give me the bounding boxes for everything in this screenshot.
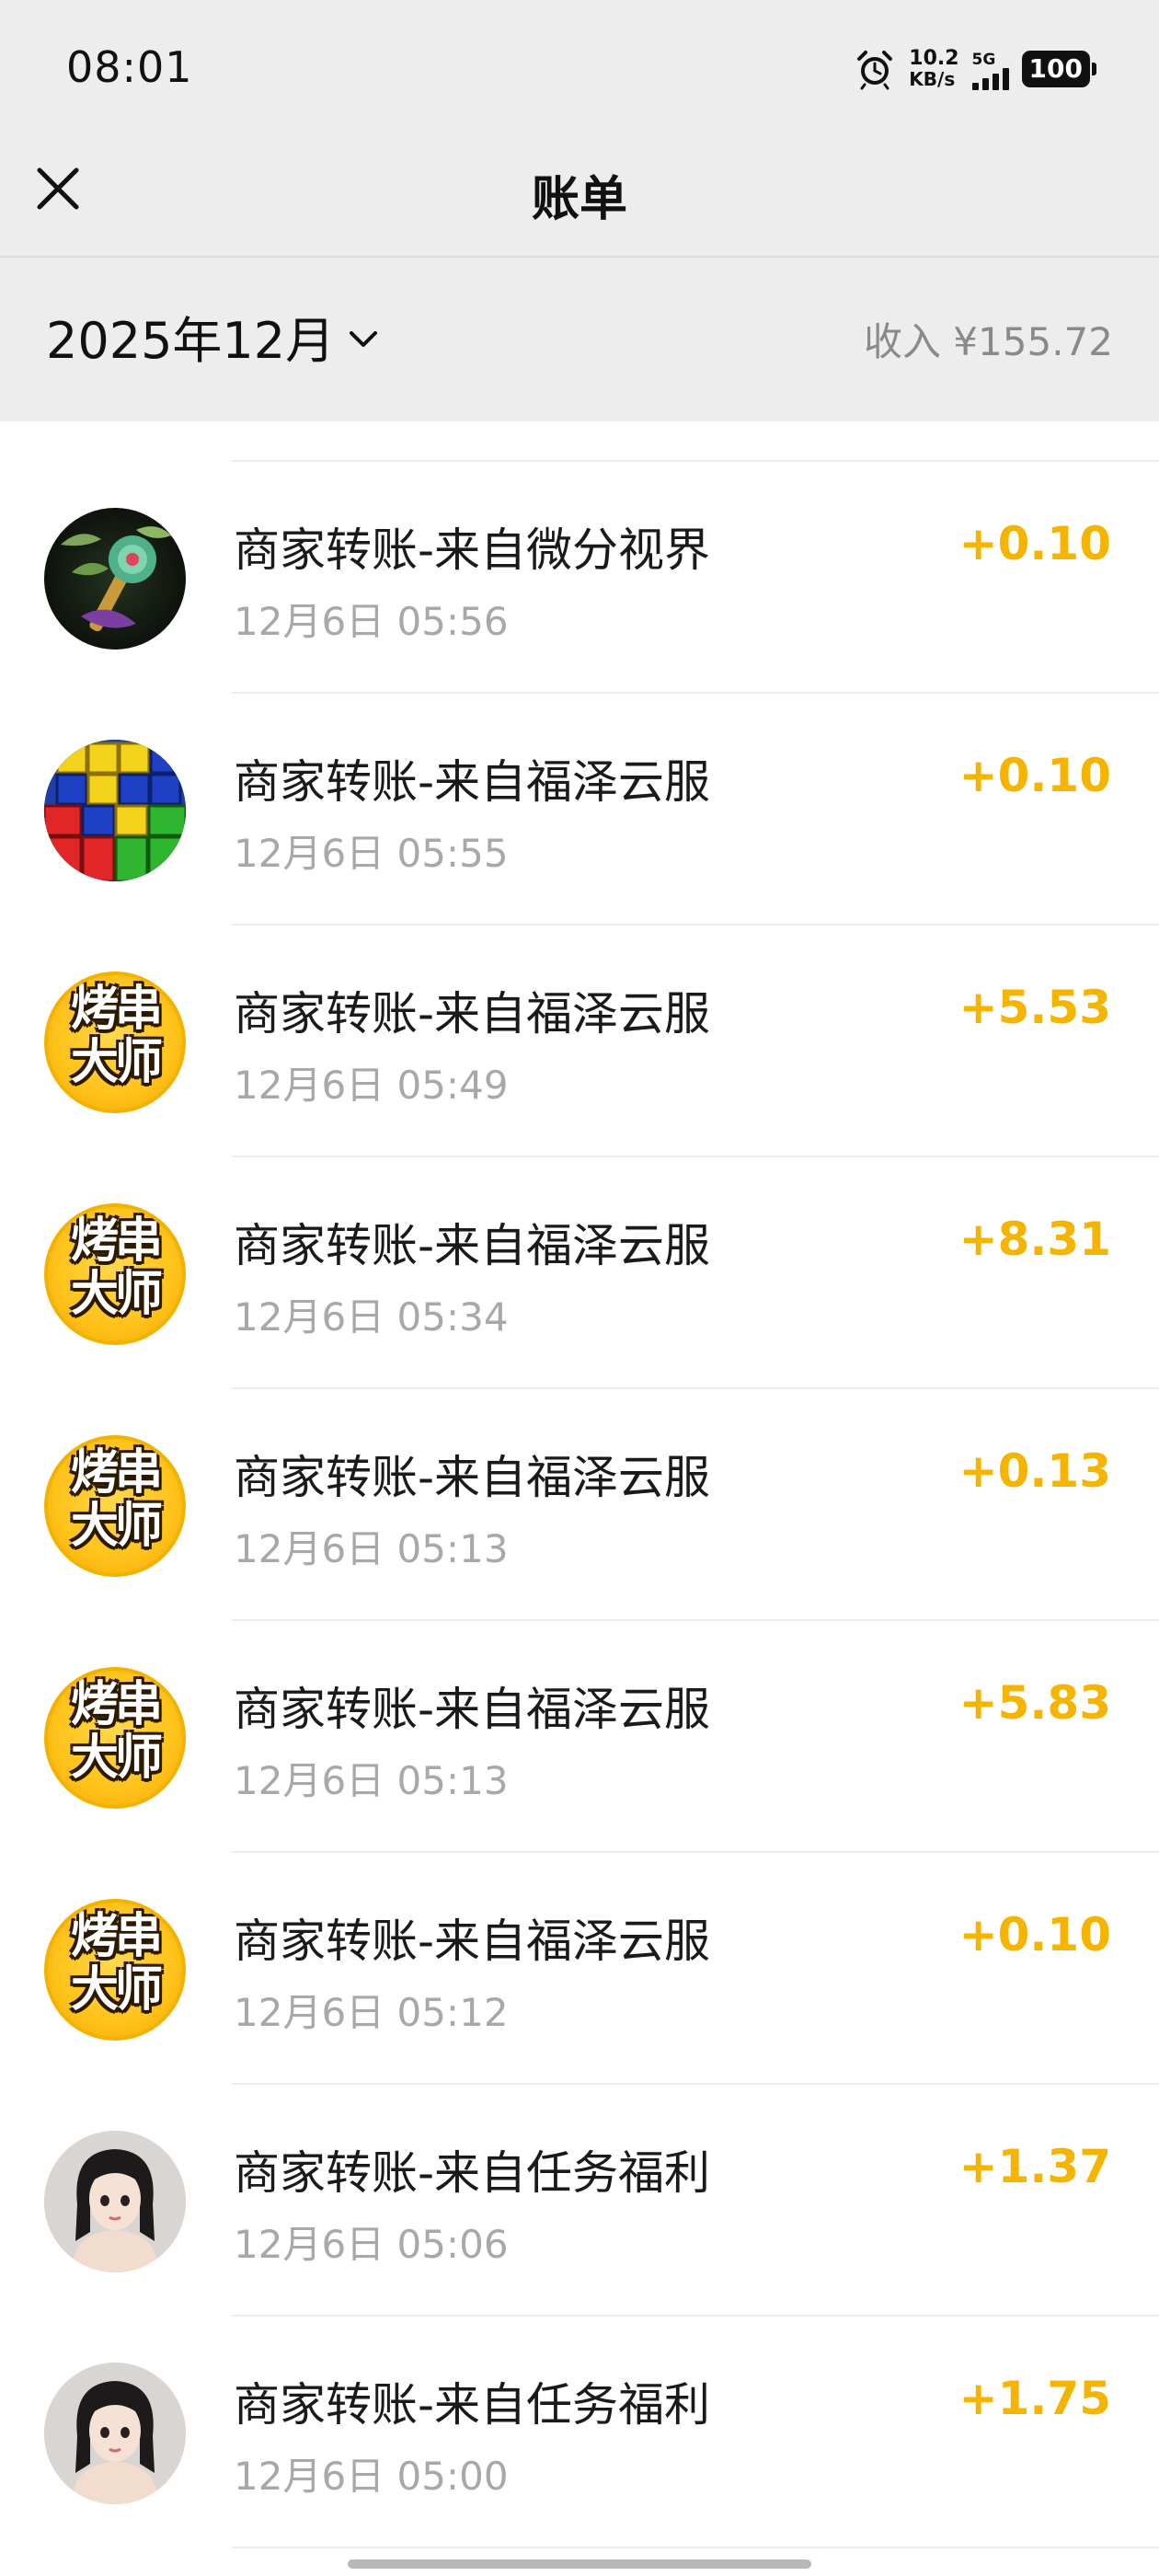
transaction-amount: +0.13 [958, 1444, 1111, 1498]
status-time: 08:01 [66, 42, 193, 92]
nav-bar: 账单 [0, 138, 1159, 258]
chevron-down-icon [350, 330, 378, 347]
jade-scepter-avatar [44, 508, 186, 650]
transaction-title: 商家转账-来自任务福利 [234, 2146, 711, 2200]
transaction-title: 商家转账-来自福泽云服 [234, 1219, 711, 1272]
status-icons: 10.2 KB/s 5G 100 [854, 44, 1096, 94]
transaction-row[interactable]: 烤串 大师 商家转账-来自福泽云服 12月6日 05:34 +8.31 [0, 1157, 1159, 1389]
transaction-row[interactable]: 商家转账-来自福泽云服 12月6日 05:55 +0.10 [0, 694, 1159, 926]
logo-text: 烤串 [70, 1677, 163, 1732]
month-label: 2025年12月 [46, 312, 336, 370]
network-speed-unit: KB/s [909, 68, 956, 90]
transaction-row[interactable]: 烤串 大师 商家转账-来自福泽云服 12月6日 05:13 +5.83 [0, 1621, 1159, 1853]
alarm-clock-icon [857, 51, 893, 90]
transaction-row[interactable]: 商家转账-来自微分视界 12月6日 05:56 +0.10 [0, 462, 1159, 694]
kaochuan-dashi-avatar: 烤串 大师 [44, 1435, 186, 1577]
transaction-amount: +0.10 [958, 517, 1111, 570]
transaction-time: 12月6日 05:06 [234, 2222, 509, 2267]
transaction-row[interactable]: 商家转账-来自任务福利 12月6日 05:00 +1.75 [0, 2317, 1159, 2548]
transaction-time: 12月6日 05:34 [234, 1294, 509, 1340]
girl-portrait-avatar [44, 2363, 186, 2504]
kaochuan-dashi-avatar: 烤串 大师 [44, 1667, 186, 1809]
transaction-time: 12月6日 05:12 [234, 1990, 509, 2035]
network-speed-value: 10.2 [909, 47, 959, 70]
kaochuan-dashi-avatar: 烤串 大师 [44, 1899, 186, 2041]
transaction-row[interactable]: 商家转账-来自任务福利 12月6日 05:06 +1.37 [0, 2085, 1159, 2317]
girl-portrait-avatar [44, 2131, 186, 2272]
income-summary: 收入 ¥155.72 [863, 319, 1113, 364]
logo-text: 大师 [70, 1962, 163, 2018]
home-indicator[interactable] [348, 2559, 811, 2569]
transaction-amount: +1.75 [958, 2372, 1111, 2425]
transaction-title: 商家转账-来自福泽云服 [234, 1683, 711, 1736]
cellular-signal: 5G [971, 48, 1009, 90]
transaction-row[interactable]: 烤串 大师 商家转账-来自福泽云服 12月6日 05:13 +0.13 [0, 1389, 1159, 1621]
transaction-title: 商家转账-来自微分视界 [234, 523, 711, 577]
color-blocks-avatar [44, 740, 186, 881]
transaction-time: 12月6日 05:55 [234, 831, 509, 876]
battery-level: 100 [1021, 51, 1090, 87]
logo-text: 烤串 [70, 1909, 163, 1964]
kaochuan-dashi-avatar: 烤串 大师 [44, 1203, 186, 1345]
page-title: 账单 [531, 172, 627, 227]
transaction-amount: +5.83 [958, 1676, 1111, 1730]
transaction-amount: +0.10 [958, 1908, 1111, 1961]
kaochuan-dashi-avatar: 烤串 大师 [44, 972, 186, 1113]
transaction-row[interactable]: 烤串 大师 商家转账-来自福泽云服 12月6日 05:49 +5.53 [0, 926, 1159, 1157]
transaction-time: 12月6日 05:00 [234, 2454, 509, 2499]
transaction-title: 商家转账-来自福泽云服 [234, 755, 711, 809]
status-bar: 08:01 10.2 KB/s 5G 100 [0, 0, 1159, 138]
transaction-time: 12月6日 05:13 [234, 1526, 509, 1571]
transaction-title: 商家转账-来自福泽云服 [234, 1451, 711, 1504]
transaction-title: 商家转账-来自任务福利 [234, 2378, 711, 2432]
row-divider [232, 2547, 1159, 2548]
transaction-title: 商家转账-来自福泽云服 [234, 987, 711, 1041]
transaction-amount: +1.37 [958, 2140, 1111, 2193]
network-speed: 10.2 KB/s [909, 47, 959, 90]
logo-text: 烤串 [70, 982, 163, 1037]
month-selector[interactable]: 2025年12月 [46, 300, 379, 373]
transaction-amount: +0.10 [958, 749, 1111, 802]
transaction-row[interactable]: 烤串 大师 商家转账-来自福泽云服 12月6日 05:12 +0.10 [0, 1853, 1159, 2085]
logo-text: 大师 [70, 1731, 163, 1786]
transaction-time: 12月6日 05:13 [234, 1758, 509, 1803]
signal-bars-icon [971, 68, 1009, 90]
network-type: 5G [971, 51, 996, 69]
transaction-amount: +5.53 [958, 981, 1111, 1034]
battery-icon: 100 [1021, 51, 1096, 87]
logo-text: 烤串 [70, 1445, 163, 1501]
transaction-title: 商家转账-来自福泽云服 [234, 1915, 711, 1968]
logo-text: 大师 [70, 1499, 163, 1554]
logo-text: 烤串 [70, 1213, 163, 1269]
logo-text: 大师 [70, 1267, 163, 1322]
transaction-time: 12月6日 05:49 [234, 1063, 509, 1108]
logo-text: 大师 [70, 1035, 163, 1090]
transaction-time: 12月6日 05:56 [234, 599, 509, 644]
transaction-amount: +8.31 [958, 1213, 1111, 1266]
month-filter-bar: 2025年12月 收入 ¥155.72 [0, 258, 1159, 421]
